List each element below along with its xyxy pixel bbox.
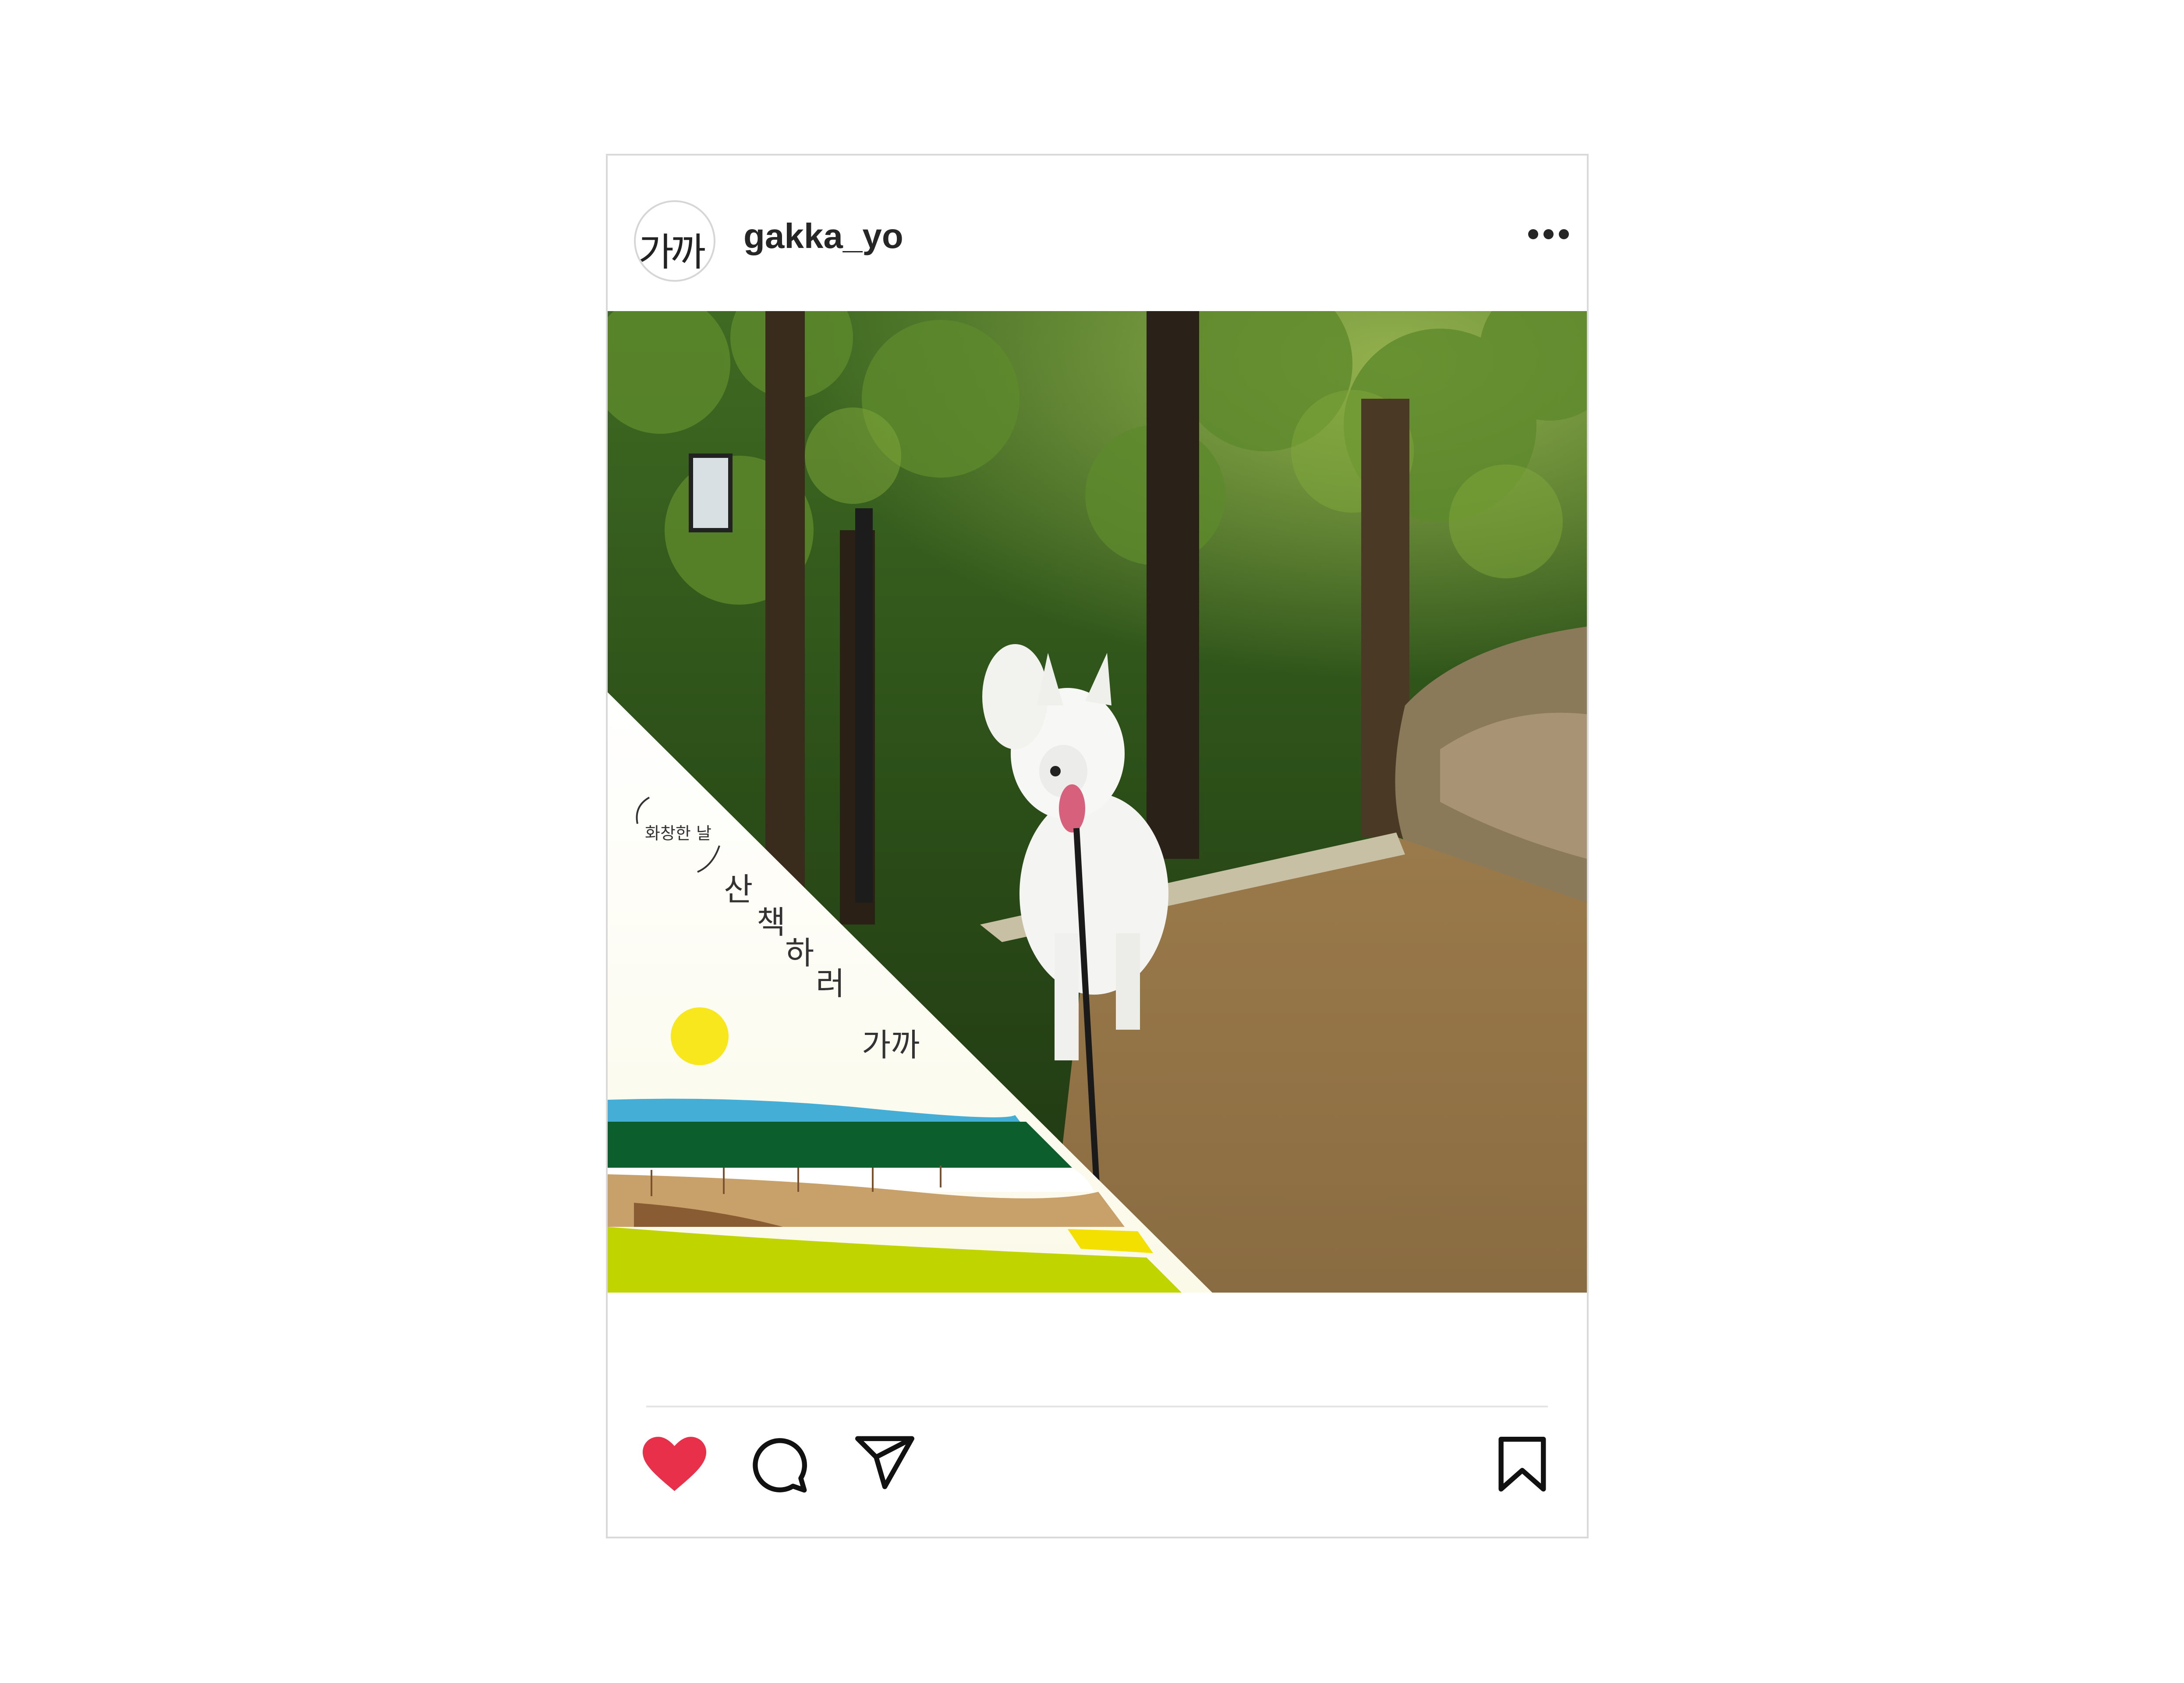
overlay-title-char-1: 산 [724,871,753,908]
action-bar [608,1435,1587,1514]
avatar[interactable]: 가까 [634,200,715,282]
bookmark-icon [1498,1437,1546,1492]
username[interactable]: gakka_yo [743,216,903,256]
send-icon [855,1436,914,1489]
overlay-title-char-2: 책 [757,904,786,941]
avatar-logo-text: 가까 [638,230,706,275]
more-options-icon[interactable] [1528,229,1569,240]
overlay-subtitle: 화창한 날 [645,824,711,843]
overlay-title-char-4: 러 [816,965,845,1002]
post-card: 가까 gakka_yo 화창한 날 산 책 하 러 가까 [606,154,1589,1538]
overlay-title-char-3: 하 [785,935,814,971]
post-image[interactable]: 화창한 날 산 책 하 러 가까 [608,311,1587,1293]
share-button[interactable] [855,1436,914,1492]
post-header: 가까 gakka_yo [608,156,1587,311]
post-image-artwork: 화창한 날 산 책 하 러 가까 [608,311,1587,1293]
save-button[interactable] [1497,1437,1547,1493]
divider [646,1406,1548,1407]
comment-icon [753,1438,807,1493]
comment-button[interactable] [750,1436,809,1497]
overlay-title-tail: 가까 [862,1027,920,1063]
heart-icon [643,1437,706,1491]
like-button[interactable] [643,1435,706,1496]
